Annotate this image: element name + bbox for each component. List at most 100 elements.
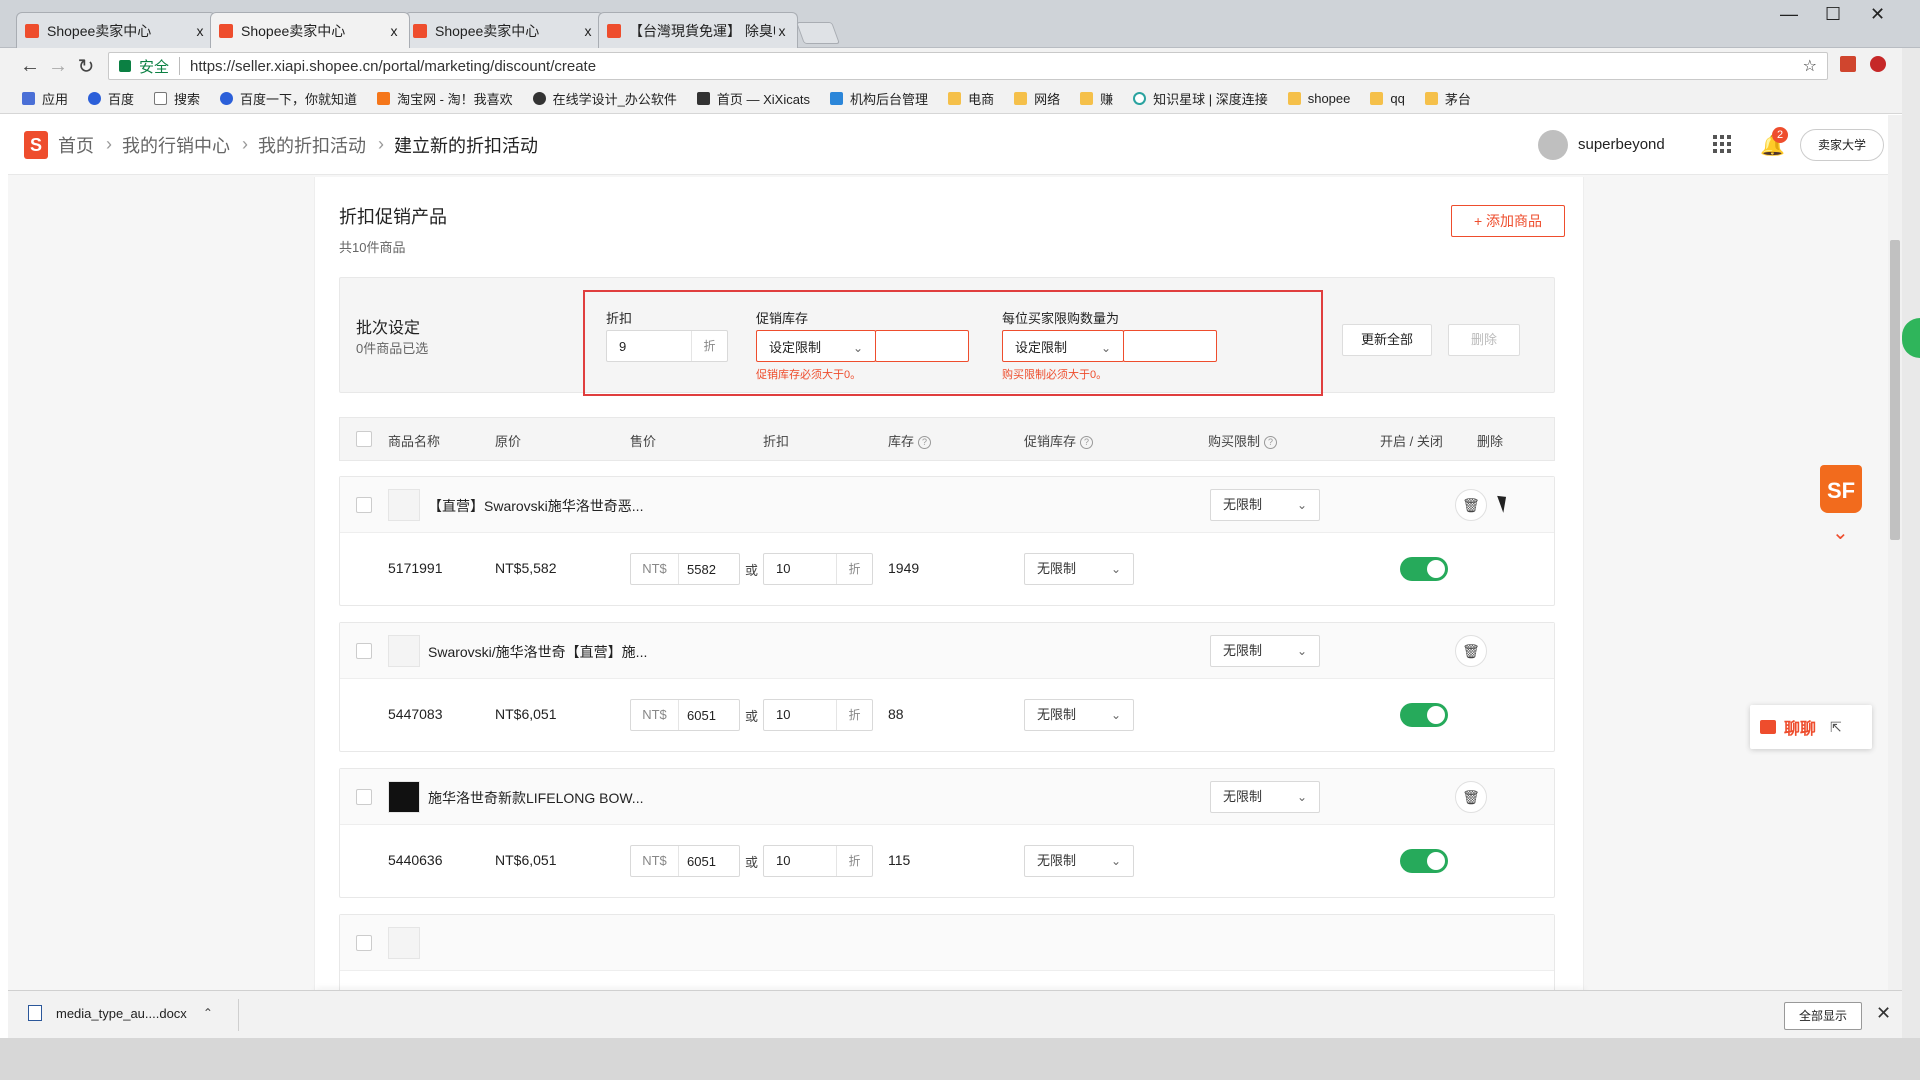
bookmark-apps[interactable]: 应用 [22,89,68,108]
shopee-logo-icon[interactable]: S [24,130,48,159]
batch-delete-button[interactable]: 删除 [1448,324,1520,356]
forward-arrow-icon[interactable]: → [44,55,72,78]
bookmark-item[interactable]: 知识星球 | 深度连接 [1133,89,1268,108]
bookmark-label: 机构后台管理 [850,92,929,107]
close-icon[interactable]: ✕ [1876,1003,1891,1024]
new-tab-button[interactable] [795,22,841,44]
bookmark-item[interactable]: 百度一下，你就知道 [220,89,357,108]
back-arrow-icon[interactable]: ← [16,55,44,78]
discount-input[interactable]: 10 折 [763,553,873,585]
download-item[interactable]: media_type_au....docx ⌃ [28,1005,213,1021]
avatar[interactable] [1538,130,1568,160]
enable-toggle[interactable] [1400,849,1448,873]
stock-value: 115 [888,852,911,868]
bookmark-item[interactable]: 机构后台管理 [830,89,928,108]
help-icon[interactable]: ? [918,436,932,450]
star-icon[interactable]: ☆ [1803,56,1817,76]
tab-close-icon[interactable]: x [387,23,401,39]
url-field[interactable]: 安全 https://seller.xiapi.shopee.cn/portal… [108,52,1828,80]
breadcrumb-marketing[interactable]: 我的行销中心 [122,132,230,158]
product-checkbox[interactable] [356,789,372,805]
page-scrollbar[interactable] [1888,115,1902,990]
enable-toggle[interactable] [1400,557,1448,581]
tab-close-icon[interactable]: x [775,23,789,39]
chevron-down-icon[interactable]: ⌄ [1832,520,1849,545]
popout-icon[interactable]: ⇱ [1830,719,1842,736]
browser-tab-active[interactable]: Shopee卖家中心 x [210,12,410,48]
sale-price-input[interactable]: NT$ 6051 [630,699,740,731]
sf-shopping-bag-icon[interactable]: SF [1820,465,1862,513]
browser-tab[interactable]: 【台灣現貨免運】 除臭U x [598,12,798,48]
chat-widget[interactable]: 聊聊 ⇱ [1750,705,1872,749]
scrollbar-thumb[interactable] [1890,240,1900,540]
product-name[interactable]: Swarovski/施华洛世奇【直营】施... [428,642,647,662]
product-name[interactable]: 施华洛世奇新款LIFELONG BOW... [428,788,643,808]
bookmark-item[interactable]: 淘宝网 - 淘！我喜欢 [377,89,513,108]
browser-tab[interactable]: Shopee卖家中心 x [16,12,216,48]
bookmark-folder[interactable]: shopee [1287,91,1350,106]
window-close-icon[interactable]: ✕ [1870,4,1885,25]
bookmark-item[interactable]: 首页 — XiXicats [696,89,810,108]
reload-icon[interactable]: ↻ [72,54,100,79]
adblock-icon[interactable] [1870,56,1886,72]
show-all-downloads-button[interactable]: 全部显示 [1784,1002,1862,1030]
minimize-icon[interactable]: — [1780,4,1798,25]
url-text: https://seller.xiapi.shopee.cn/portal/ma… [190,57,597,75]
sale-price-input[interactable]: NT$ 6051 [630,845,740,877]
discount-input[interactable]: 10 折 [763,699,873,731]
product-checkbox[interactable] [356,935,372,951]
bookmark-folder[interactable]: 茅台 [1424,89,1471,108]
right-side-strip [1902,48,1920,1038]
update-all-button[interactable]: 更新全部 [1342,324,1432,356]
help-icon[interactable]: ? [1080,436,1094,450]
bookmark-folder[interactable]: 电商 [948,89,994,108]
seller-university-button[interactable]: 卖家大学 [1800,129,1884,161]
bookmark-folder[interactable]: 赚 [1080,89,1113,108]
purchase-limit-select[interactable]: 无限制 ⌄ [1210,489,1320,521]
enable-toggle[interactable] [1400,703,1448,727]
apps-grid-icon[interactable] [1713,135,1731,153]
bookmark-folder[interactable]: 网络 [1014,89,1060,108]
batch-discount-input[interactable]: 9 折 [606,330,728,362]
product-checkbox[interactable] [356,643,372,659]
bookmark-item[interactable]: 在线学设计_办公软件 [532,89,677,108]
maximize-icon[interactable]: ☐ [1825,4,1841,25]
add-product-button[interactable]: + 添加商品 [1451,205,1565,237]
product-name[interactable]: 【直营】Swarovski施华洛世奇恶... [428,496,643,516]
username[interactable]: superbeyond [1578,136,1665,153]
purchase-limit-select[interactable]: 设定限制 ⌄ [1002,330,1124,362]
promo-stock-input[interactable] [875,330,969,362]
promo-stock-select[interactable]: 无限制 ⌄ [1024,845,1134,877]
product-row: 施华洛世奇新款LIFELONG BOW... 无限制 ⌄ 🗑 5440636 NT… [339,768,1555,898]
product-row-partial [339,914,1555,990]
trash-icon[interactable]: 🗑 [1455,489,1487,521]
currency-prefix: NT$ [631,700,679,730]
original-price: NT$6,051 [495,706,557,722]
tab-close-icon[interactable]: x [193,23,207,39]
purchase-limit-input[interactable] [1123,330,1217,362]
browser-tab[interactable]: Shopee卖家中心 x [404,12,604,48]
discount-input[interactable]: 10 折 [763,845,873,877]
chevron-up-icon[interactable]: ⌃ [203,1006,213,1020]
extension-icon[interactable] [1840,56,1856,72]
purchase-limit-select[interactable]: 无限制 ⌄ [1210,635,1320,667]
promo-stock-select[interactable]: 设定限制 ⌄ [756,330,876,362]
trash-icon[interactable]: 🗑 [1455,635,1487,667]
sale-price-value: 6051 [687,707,716,723]
help-icon[interactable]: ? [1264,436,1278,450]
bookmark-folder[interactable]: qq [1370,91,1405,106]
tab-close-icon[interactable]: x [581,23,595,39]
select-all-checkbox[interactable] [356,431,372,447]
product-checkbox[interactable] [356,497,372,513]
bookmark-item[interactable]: 百度 [88,89,134,108]
trash-icon[interactable]: 🗑 [1455,781,1487,813]
breadcrumb-discounts[interactable]: 我的折扣活动 [258,132,366,158]
purchase-limit-select[interactable]: 无限制 ⌄ [1210,781,1320,813]
discount-value: 10 [776,561,791,576]
bookmark-item[interactable]: 搜索 [154,89,200,108]
sale-price-input[interactable]: NT$ 5582 [630,553,740,585]
currency-prefix: NT$ [631,554,679,584]
breadcrumb-home[interactable]: 首页 [58,132,94,158]
promo-stock-select[interactable]: 无限制 ⌄ [1024,553,1134,585]
promo-stock-select[interactable]: 无限制 ⌄ [1024,699,1134,731]
